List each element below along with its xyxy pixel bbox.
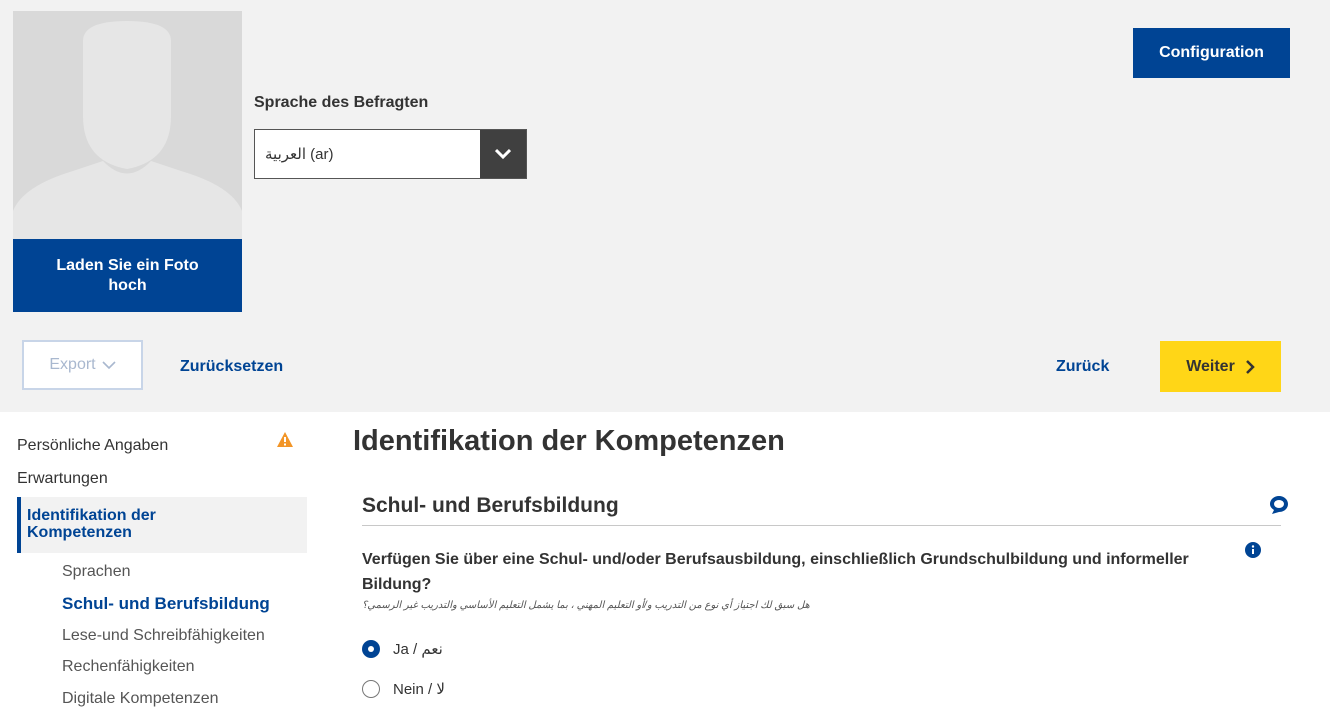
section-title: Schul- und Berufsbildung [362, 494, 619, 517]
option-no[interactable]: Nein / لا [362, 680, 445, 698]
sidebar-subitem-numeracy[interactable]: Rechenfähigkeiten [62, 658, 195, 676]
question-translation: هل سبق لك اجتياز أي نوع من التدريب و/أو … [362, 600, 810, 611]
sidebar-item-expectations[interactable]: Erwartungen [17, 470, 108, 488]
language-label: Sprache des Befragten [254, 94, 429, 111]
option-label: Ja / نعم [393, 641, 443, 658]
chevron-down-icon [102, 361, 116, 370]
export-label: Export [49, 356, 96, 373]
sidebar-item-skills-identification[interactable]: Identifikation der Kompetenzen [17, 497, 307, 553]
comment-icon[interactable] [1269, 495, 1289, 515]
sidebar-subitem-digital-skills[interactable]: Digitale Kompetenzen [62, 690, 219, 708]
sidebar-subitem-education[interactable]: Schul- und Berufsbildung [62, 594, 270, 614]
configuration-button[interactable]: Configuration [1133, 28, 1290, 78]
sidebar-subitem-literacy[interactable]: Lese-und Schreibfähigkeiten [62, 627, 265, 645]
radio-selected-icon[interactable] [362, 640, 380, 658]
chevron-right-icon [1245, 359, 1255, 374]
section-divider [362, 525, 1281, 526]
option-yes[interactable]: Ja / نعم [362, 640, 443, 658]
page-title: Identifikation der Kompetenzen [353, 425, 785, 457]
radio-unselected-icon[interactable] [362, 680, 380, 698]
language-selected-value: العربية (ar) [265, 146, 334, 163]
next-button[interactable]: Weiter [1160, 341, 1281, 392]
info-icon[interactable] [1245, 542, 1261, 558]
language-select[interactable]: العربية (ar) [254, 129, 527, 179]
chevron-down-icon[interactable] [480, 130, 526, 178]
sidebar-item-personal-data[interactable]: Persönliche Angaben [17, 437, 168, 455]
upload-photo-button[interactable]: Laden Sie ein Foto hoch [13, 239, 242, 312]
back-link[interactable]: Zurück [1056, 358, 1109, 376]
warning-icon [277, 432, 293, 447]
export-button[interactable]: Export [22, 340, 143, 390]
sidebar-item-label: Identifikation der Kompetenzen [27, 507, 156, 541]
next-label: Weiter [1186, 357, 1235, 375]
question-text: Verfügen Sie über eine Schul- und/oder B… [362, 551, 1189, 593]
option-label: Nein / لا [393, 681, 445, 698]
sidebar-subitem-languages[interactable]: Sprachen [62, 563, 131, 581]
reset-link[interactable]: Zurücksetzen [180, 358, 283, 376]
